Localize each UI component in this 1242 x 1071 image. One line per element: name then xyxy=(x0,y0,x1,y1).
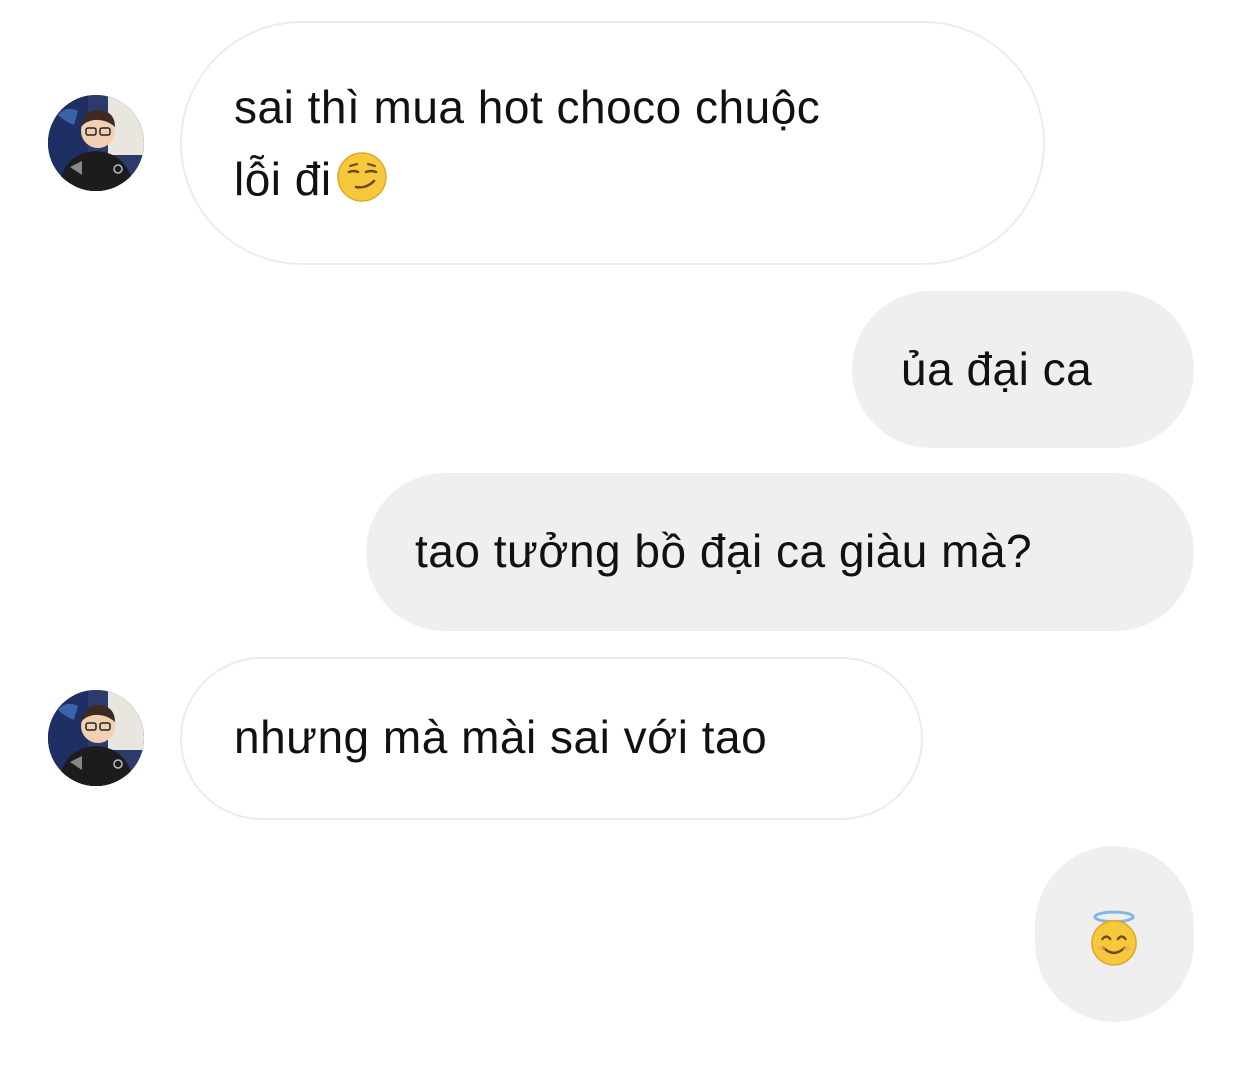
outgoing-emoji-bubble[interactable] xyxy=(1035,846,1194,1022)
outgoing-message-bubble[interactable]: tao tưởng bồ đại ca giàu mà? xyxy=(366,473,1194,631)
outgoing-message-bubble[interactable]: ủa đại ca xyxy=(852,291,1194,448)
avatar-photo xyxy=(48,690,144,786)
message-text: sai thì mua hot choco chuộc lỗi đi xyxy=(234,81,821,205)
incoming-message-bubble[interactable]: nhưng mà mài sai với tao xyxy=(180,657,923,820)
avatar-photo xyxy=(48,95,144,191)
smirking-face-emoji xyxy=(336,152,387,202)
message-text: nhưng mà mài sai với tao xyxy=(234,711,768,763)
message-text: ủa đại ca xyxy=(901,343,1093,395)
incoming-message-bubble[interactable]: sai thì mua hot choco chuộc lỗi đi xyxy=(180,21,1045,265)
contact-avatar[interactable] xyxy=(48,690,144,786)
message-text: tao tưởng bồ đại ca giàu mà? xyxy=(415,525,1033,577)
smiling-face-with-halo-emoji xyxy=(1091,910,1137,966)
contact-avatar[interactable] xyxy=(48,95,144,191)
